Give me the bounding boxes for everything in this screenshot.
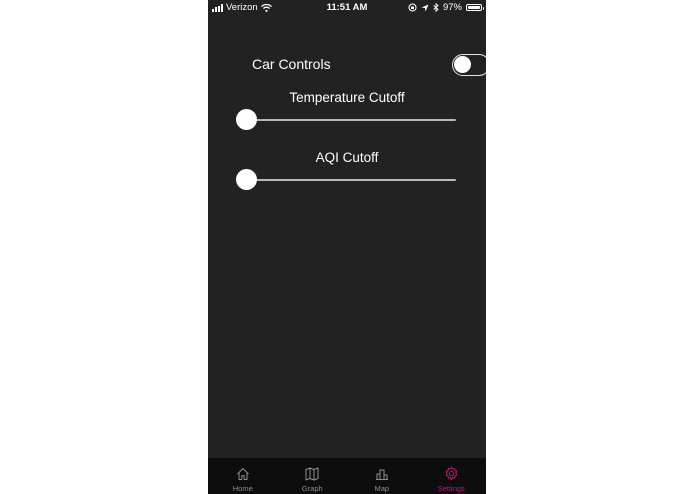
tab-label: Home xyxy=(232,484,253,493)
battery-percent: 97% xyxy=(442,2,462,13)
orientation-lock-icon xyxy=(408,3,417,12)
map-fold-icon xyxy=(305,467,319,481)
tab-home[interactable]: Home xyxy=(208,458,278,494)
phone-screen: Verizon 11:51 AM 97% Car Controls Temper… xyxy=(208,0,486,494)
slider-thumb[interactable] xyxy=(236,109,257,130)
gear-icon xyxy=(445,466,458,481)
aqi-cutoff-slider[interactable] xyxy=(236,169,456,191)
status-bar: Verizon 11:51 AM 97% xyxy=(208,0,486,15)
location-icon xyxy=(421,4,429,11)
tab-label: Graph xyxy=(301,484,323,493)
temperature-cutoff-label: Temperature Cutoff xyxy=(289,90,405,105)
tab-label: Map xyxy=(374,484,390,493)
bar-chart-icon xyxy=(375,469,388,480)
screen: Verizon 11:51 AM 97% Car Controls Temper… xyxy=(0,0,695,494)
toggle-knob[interactable] xyxy=(454,56,471,73)
tab-map[interactable]: Map xyxy=(347,458,417,494)
aqi-cutoff-label: AQI Cutoff xyxy=(315,150,379,165)
tab-graph[interactable]: Graph xyxy=(278,458,348,494)
slider-track[interactable] xyxy=(238,119,456,121)
home-icon xyxy=(236,468,249,480)
battery-icon xyxy=(466,4,484,11)
car-controls-row: Car Controls xyxy=(252,54,486,76)
car-controls-toggle[interactable] xyxy=(452,54,486,76)
battery-fill xyxy=(468,6,480,9)
status-right: 97% xyxy=(408,2,484,13)
tab-settings[interactable]: Settings xyxy=(417,458,487,494)
temperature-cutoff-slider[interactable] xyxy=(236,109,456,131)
slider-thumb[interactable] xyxy=(236,169,257,190)
car-controls-label: Car Controls xyxy=(252,56,331,72)
tab-bar: Home Graph Map Settings xyxy=(208,458,486,494)
slider-track[interactable] xyxy=(238,179,456,181)
tab-label: Settings xyxy=(437,484,465,493)
bluetooth-icon xyxy=(433,3,439,12)
